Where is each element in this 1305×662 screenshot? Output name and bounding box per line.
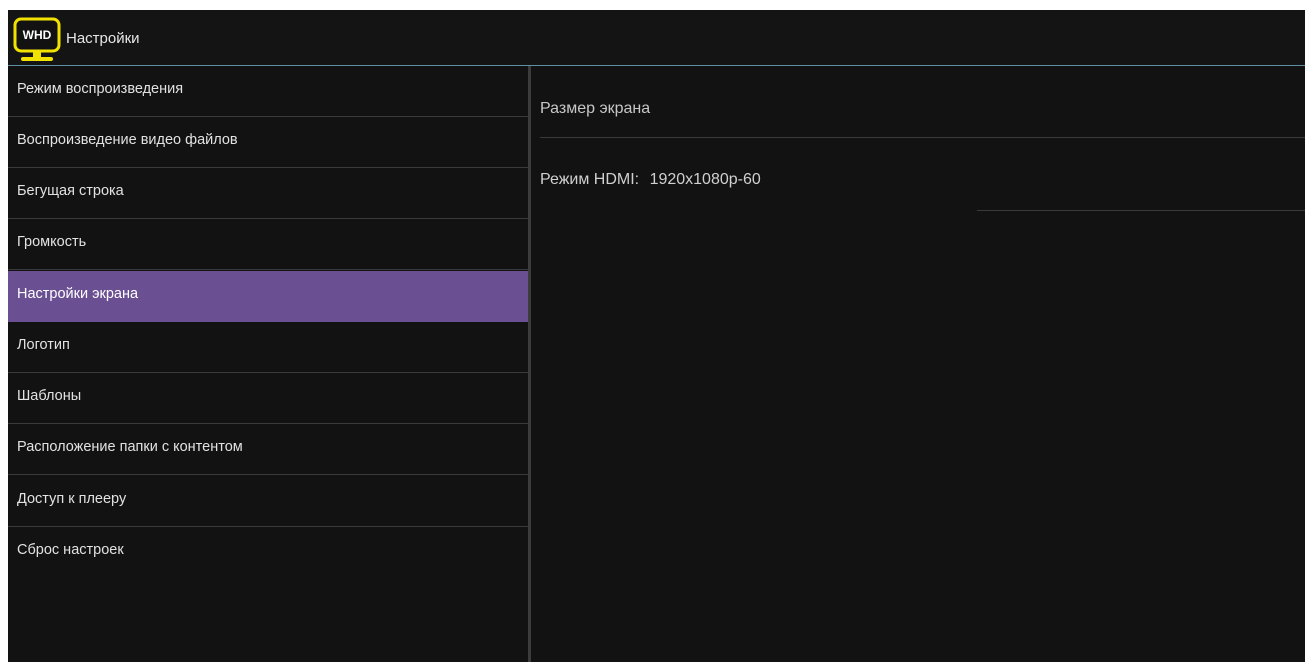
whd-monitor-icon[interactable]: WHD [13,17,63,63]
section-heading: Размер экрана [540,100,651,117]
settings-screen: WHD Настройки Режим воспроизведения Восп… [8,10,1305,662]
sidebar-item-logo[interactable]: Логотип [8,322,528,373]
settings-detail-pane: Размер экрана Режим HDMI: 1920x1080p-60 [531,66,1305,662]
sidebar-item-templates[interactable]: Шаблоны [8,373,528,424]
sidebar-item-label: Воспроизведение видео файлов [17,132,238,148]
sidebar-item-label: Доступ к плееру [17,491,127,507]
settings-sidebar: Режим воспроизведения Воспроизведение ви… [8,66,528,662]
sidebar-item-label: Настройки экрана [17,286,139,302]
sidebar-item-reset-settings[interactable]: Сброс настроек [8,527,528,578]
sidebar-item-playback-mode[interactable]: Режим воспроизведения [8,66,528,117]
app-title: Настройки [66,30,140,47]
setting-divider [977,210,1305,211]
sidebar-item-label: Режим воспроизведения [17,81,184,97]
sidebar-item-screen-settings[interactable]: Настройки экрана [8,271,528,322]
sidebar-item-label: Расположение папки с контентом [17,439,243,455]
sidebar-item-label: Громкость [17,234,87,250]
app-logo-text: WHD [23,28,52,42]
hdmi-mode-setting[interactable]: Режим HDMI: 1920x1080p-60 [540,171,761,189]
sidebar-item-label: Логотип [17,337,70,353]
sidebar-item-label: Шаблоны [17,388,82,404]
sidebar-item-video-files[interactable]: Воспроизведение видео файлов [8,117,528,168]
sidebar-item-label: Бегущая строка [17,183,124,199]
heading-divider [540,137,1305,138]
hdmi-mode-value: 1920x1080p-60 [649,171,761,188]
sidebar-item-player-access[interactable]: Доступ к плееру [8,476,528,527]
sidebar-item-volume[interactable]: Громкость [8,219,528,270]
sidebar-item-ticker[interactable]: Бегущая строка [8,168,528,219]
hdmi-mode-label: Режим HDMI: [540,171,640,188]
sidebar-item-label: Сброс настроек [17,542,124,558]
sidebar-item-content-folder[interactable]: Расположение папки с контентом [8,424,528,475]
action-bar: WHD Настройки [8,10,1305,66]
